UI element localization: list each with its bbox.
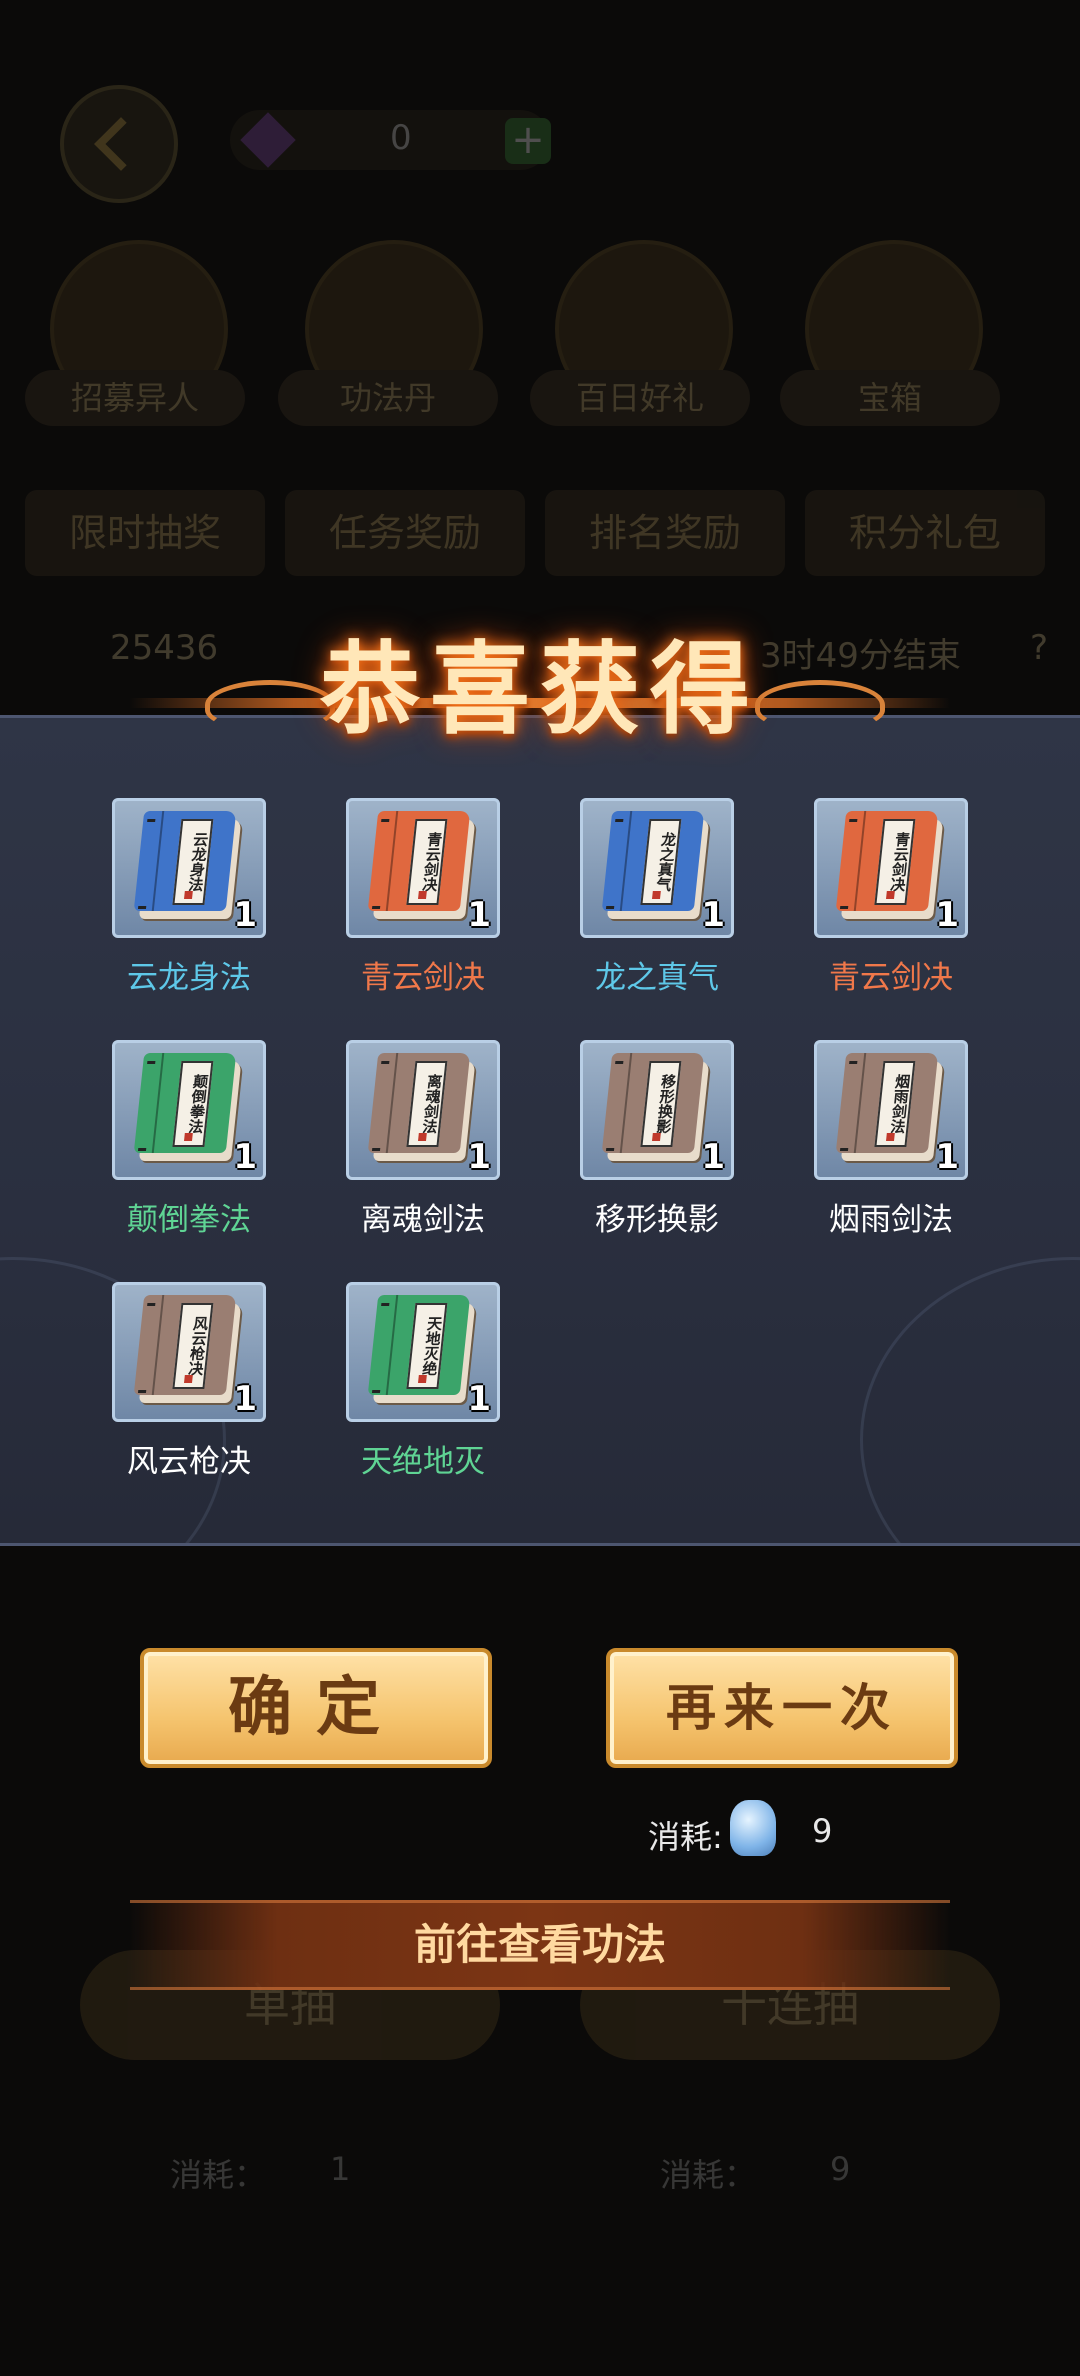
reward-quantity: 1 bbox=[233, 895, 257, 935]
reward-icon-frame: 移形换影 1 bbox=[580, 1040, 734, 1180]
reward-quantity: 1 bbox=[935, 895, 959, 935]
book-spine bbox=[133, 1295, 165, 1395]
back-icon bbox=[60, 85, 178, 203]
currency-value: 0 bbox=[390, 118, 412, 158]
spirit-token-icon bbox=[730, 1800, 776, 1856]
reward-name: 云龙身法 bbox=[127, 960, 251, 996]
tab-tasks: 任务奖励 bbox=[285, 490, 525, 576]
tab-lottery: 限时抽奖 bbox=[25, 490, 265, 576]
book-spine bbox=[367, 811, 399, 911]
reward-name: 龙之真气 bbox=[595, 960, 719, 996]
skill-book-icon: 青云剑决 bbox=[367, 811, 471, 911]
reward-icon-frame: 龙之真气 1 bbox=[580, 798, 734, 938]
reward-item[interactable]: 云龙身法 1 云龙身法 bbox=[112, 798, 266, 997]
module-label: 宝箱 bbox=[780, 370, 1000, 426]
book-title: 离魂剑法 bbox=[406, 1061, 448, 1147]
cost-label: 消耗： bbox=[170, 2156, 267, 2194]
view-skills-button[interactable]: 前往查看功法 bbox=[130, 1900, 950, 1990]
reward-quantity: 1 bbox=[467, 1137, 491, 1177]
reward-quantity: 1 bbox=[233, 1137, 257, 1177]
book-title: 龙之真气 bbox=[640, 819, 682, 905]
book-title: 颠倒拳法 bbox=[172, 1061, 214, 1147]
reward-panel: 云龙身法 1 云龙身法 青云剑决 1 青云剑决 龙之真气 1 龙之真气 青云剑决 1 青云剑决 颠倒拳法… bbox=[0, 715, 1080, 1546]
cost-value: 1 bbox=[330, 2150, 351, 2188]
skill-book-icon: 移形换影 bbox=[601, 1053, 705, 1153]
skill-book-icon: 云龙身法 bbox=[133, 811, 237, 911]
book-spine bbox=[835, 811, 867, 911]
reward-quantity: 1 bbox=[467, 1379, 491, 1419]
book-spine bbox=[601, 811, 633, 911]
reward-name: 移形换影 bbox=[595, 1202, 719, 1238]
reward-item[interactable]: 青云剑决 1 青云剑决 bbox=[814, 798, 968, 997]
cost-value: 9 bbox=[830, 2150, 851, 2188]
reward-item[interactable]: 青云剑决 1 青云剑决 bbox=[346, 798, 500, 997]
book-title: 天地灭绝 bbox=[406, 1303, 448, 1389]
add-currency-button: + bbox=[505, 118, 551, 164]
module-label: 百日好礼 bbox=[530, 370, 750, 426]
reward-name: 风云枪决 bbox=[127, 1444, 251, 1480]
cost-label: 消耗： bbox=[660, 2156, 757, 2194]
cost-value: 9 bbox=[812, 1812, 833, 1850]
book-title: 青云剑决 bbox=[874, 819, 916, 905]
reward-item[interactable]: 风云枪决 1 风云枪决 bbox=[112, 1282, 266, 1481]
skill-book-icon: 颠倒拳法 bbox=[133, 1053, 237, 1153]
book-title: 烟雨剑法 bbox=[874, 1061, 916, 1147]
reward-item[interactable]: 龙之真气 1 龙之真气 bbox=[580, 798, 734, 997]
book-spine bbox=[133, 1053, 165, 1153]
cloud-pattern bbox=[860, 1257, 1080, 1543]
book-spine bbox=[835, 1053, 867, 1153]
book-title: 青云剑决 bbox=[406, 819, 448, 905]
cost-row: 消耗: 9 bbox=[648, 1798, 888, 1868]
book-title: 云龙身法 bbox=[172, 819, 214, 905]
reward-quantity: 1 bbox=[935, 1137, 959, 1177]
draw-again-button[interactable]: 再来一次 bbox=[606, 1648, 958, 1768]
confirm-button[interactable]: 确定 bbox=[140, 1648, 492, 1768]
reward-name: 青云剑决 bbox=[829, 960, 953, 996]
skill-book-icon: 龙之真气 bbox=[601, 811, 705, 911]
title-text: 恭喜获得 bbox=[320, 630, 760, 748]
reward-quantity: 1 bbox=[701, 895, 725, 935]
reward-icon-frame: 云龙身法 1 bbox=[112, 798, 266, 938]
reward-name: 青云剑决 bbox=[361, 960, 485, 996]
module-label: 功法丹 bbox=[278, 370, 498, 426]
reward-icon-frame: 风云枪决 1 bbox=[112, 1282, 266, 1422]
cost-label: 消耗: bbox=[648, 1818, 723, 1856]
reward-name: 颠倒拳法 bbox=[127, 1202, 251, 1238]
skill-book-icon: 风云枪决 bbox=[133, 1295, 237, 1395]
reward-item[interactable]: 颠倒拳法 1 颠倒拳法 bbox=[112, 1040, 266, 1239]
reward-item[interactable]: 移形换影 1 移形换影 bbox=[580, 1040, 734, 1239]
book-spine bbox=[367, 1295, 399, 1395]
tab-ranking: 排名奖励 bbox=[545, 490, 785, 576]
book-spine bbox=[367, 1053, 399, 1153]
reward-name: 天绝地灭 bbox=[361, 1444, 485, 1480]
reward-icon-frame: 烟雨剑法 1 bbox=[814, 1040, 968, 1180]
book-title: 移形换影 bbox=[640, 1061, 682, 1147]
reward-quantity: 1 bbox=[467, 895, 491, 935]
reward-icon-frame: 天地灭绝 1 bbox=[346, 1282, 500, 1422]
reward-name: 离魂剑法 bbox=[361, 1202, 485, 1238]
reward-icon-frame: 颠倒拳法 1 bbox=[112, 1040, 266, 1180]
book-title: 风云枪决 bbox=[172, 1303, 214, 1389]
reward-icon-frame: 青云剑决 1 bbox=[346, 798, 500, 938]
reward-item[interactable]: 离魂剑法 1 离魂剑法 bbox=[346, 1040, 500, 1239]
skill-book-icon: 离魂剑法 bbox=[367, 1053, 471, 1153]
reward-item[interactable]: 烟雨剑法 1 烟雨剑法 bbox=[814, 1040, 968, 1239]
skill-book-icon: 青云剑决 bbox=[835, 811, 939, 911]
reward-icon-frame: 离魂剑法 1 bbox=[346, 1040, 500, 1180]
title-banner: 恭喜获得 bbox=[0, 600, 1080, 748]
reward-icon-frame: 青云剑决 1 bbox=[814, 798, 968, 938]
book-spine bbox=[601, 1053, 633, 1153]
skill-book-icon: 天地灭绝 bbox=[367, 1295, 471, 1395]
reward-item[interactable]: 天地灭绝 1 天绝地灭 bbox=[346, 1282, 500, 1481]
reward-quantity: 1 bbox=[701, 1137, 725, 1177]
skill-book-icon: 烟雨剑法 bbox=[835, 1053, 939, 1153]
tab-points: 积分礼包 bbox=[805, 490, 1045, 576]
reward-name: 烟雨剑法 bbox=[829, 1202, 953, 1238]
book-spine bbox=[133, 811, 165, 911]
module-label: 招募异人 bbox=[25, 370, 245, 426]
reward-quantity: 1 bbox=[233, 1379, 257, 1419]
